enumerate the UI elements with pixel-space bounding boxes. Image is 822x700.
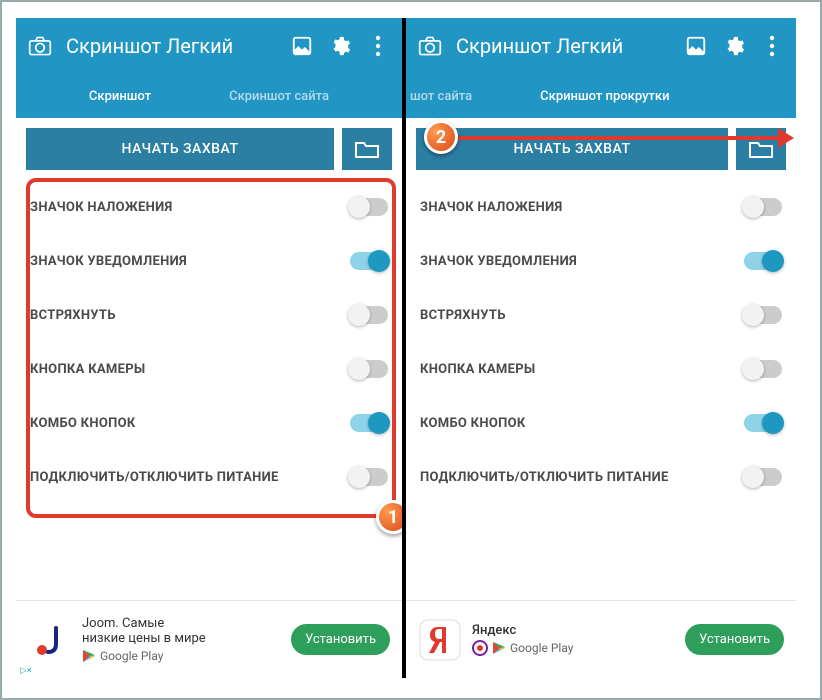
ad-line2: низкие цены в мире — [82, 631, 281, 647]
setting-label: ЗНАЧОК УВЕДОМЛЕНИЯ — [30, 254, 187, 269]
setting-row: ЗНАЧОК НАЛОЖЕНИЯ — [30, 180, 388, 234]
toggle-switch[interactable] — [744, 306, 782, 324]
tabs: Скриншот Скриншот сайта — [16, 74, 402, 118]
app-title: Скриншот Легкий — [66, 34, 276, 58]
settings-list-left: ЗНАЧОК НАЛОЖЕНИЯ ЗНАЧОК УВЕДОМЛЕНИЯ ВСТРЯХ… — [16, 180, 402, 504]
ad-line1: Joom. Самые — [82, 616, 281, 632]
gallery-icon[interactable] — [684, 34, 708, 58]
setting-label: ПОДКЛЮЧИТЬ/ОТКЛЮЧИТЬ ПИТАНИЕ — [30, 470, 279, 485]
gallery-icon[interactable] — [290, 34, 314, 58]
toggle-switch[interactable] — [744, 198, 782, 216]
install-button[interactable]: Установить — [291, 624, 390, 655]
setting-label: ПОДКЛЮЧИТЬ/ОТКЛЮЧИТЬ ПИТАНИЕ — [420, 470, 669, 485]
joom-icon — [28, 618, 72, 662]
ad-banner[interactable]: Яндекс Google Play Установить — [406, 600, 796, 678]
google-play-icon — [492, 641, 506, 655]
toggle-switch[interactable] — [350, 306, 388, 324]
tab-screenshot[interactable]: Скриншот — [75, 74, 165, 118]
tabs: шот сайта Скриншот прокрутки — [406, 74, 796, 118]
appbar: Скриншот Легкий — [16, 18, 402, 74]
tab-site-truncated[interactable]: шот сайта — [406, 74, 486, 118]
phone-left: Скриншот Легкий Скриншот Скриншот сайта … — [16, 18, 406, 678]
setting-row: ЗНАЧОК НАЛОЖЕНИЯ — [420, 180, 782, 234]
toggle-switch[interactable] — [744, 252, 782, 270]
setting-row: ПОДКЛЮЧИТЬ/ОТКЛЮЧИТЬ ПИТАНИЕ — [420, 450, 782, 504]
toggle-switch[interactable] — [744, 468, 782, 486]
step-marker-1: 1 — [376, 500, 406, 534]
setting-row: ЗНАЧОК УВЕДОМЛЕНИЯ — [30, 234, 388, 288]
gear-icon[interactable] — [722, 34, 746, 58]
folder-button[interactable] — [342, 128, 392, 170]
toggle-switch[interactable] — [350, 252, 388, 270]
setting-row: ВСТРЯХНУТЬ — [30, 288, 388, 342]
overflow-icon[interactable] — [366, 34, 390, 58]
swipe-arrow — [450, 136, 790, 140]
camera-icon — [28, 34, 52, 58]
toggle-switch[interactable] — [744, 360, 782, 378]
ad-line1: Яндекс — [472, 623, 675, 639]
setting-row: ВСТРЯХНУТЬ — [420, 288, 782, 342]
setting-row: КНОПКА КАМЕРЫ — [30, 342, 388, 396]
settings-list-right: ЗНАЧОК НАЛОЖЕНИЯ ЗНАЧОК УВЕДОМЛЕНИЯ ВСТРЯХ… — [406, 180, 796, 504]
tab-site[interactable]: Скриншот сайта — [215, 74, 343, 118]
setting-label: КНОПКА КАМЕРЫ — [30, 362, 146, 377]
setting-row: ЗНАЧОК УВЕДОМЛЕНИЯ — [420, 234, 782, 288]
setting-label: КНОПКА КАМЕРЫ — [420, 362, 536, 377]
google-play-label: Google Play — [82, 649, 281, 663]
setting-label: ЗНАЧОК УВЕДОМЛЕНИЯ — [420, 254, 577, 269]
tab-scroll[interactable]: Скриншот прокрутки — [526, 74, 683, 118]
setting-label: ВСТРЯХНУТЬ — [30, 308, 116, 323]
google-play-label: Google Play — [472, 640, 675, 656]
setting-row: КНОПКА КАМЕРЫ — [420, 342, 782, 396]
toggle-switch[interactable] — [350, 360, 388, 378]
toggle-switch[interactable] — [350, 198, 388, 216]
yandex-icon — [418, 618, 462, 662]
camera-icon — [418, 34, 442, 58]
phone-right: Скриншот Легкий шот сайта Скриншот прокр… — [406, 18, 796, 678]
setting-label: КОМБО КНОПОК — [420, 416, 526, 431]
setting-row: КОМБО КНОПОК — [420, 396, 782, 450]
ad-banner[interactable]: Joom. Самые низкие цены в мире Google Pl… — [16, 600, 402, 678]
capture-row: НАЧАТЬ ЗАХВАТ — [406, 118, 796, 180]
setting-label: ВСТРЯХНУТЬ — [420, 308, 506, 323]
install-button[interactable]: Установить — [685, 624, 784, 655]
step-marker-2: 2 — [424, 120, 458, 154]
ad-text: Яндекс Google Play — [472, 623, 675, 657]
toggle-switch[interactable] — [744, 414, 782, 432]
gear-icon[interactable] — [328, 34, 352, 58]
yandex-browser-icon — [472, 640, 488, 656]
start-capture-button[interactable]: НАЧАТЬ ЗАХВАТ — [416, 128, 728, 170]
app-title: Скриншот Легкий — [456, 34, 670, 58]
google-play-icon — [82, 649, 96, 663]
setting-label: КОМБО КНОПОК — [30, 416, 136, 431]
setting-label: ЗНАЧОК НАЛОЖЕНИЯ — [420, 200, 563, 215]
ad-text: Joom. Самые низкие цены в мире Google Pl… — [82, 616, 281, 664]
adchoices-icon[interactable]: ▷× — [20, 666, 32, 676]
setting-label: ЗНАЧОК НАЛОЖЕНИЯ — [30, 200, 173, 215]
start-capture-button[interactable]: НАЧАТЬ ЗАХВАТ — [26, 128, 334, 170]
appbar: Скриншот Легкий — [406, 18, 796, 74]
capture-row: НАЧАТЬ ЗАХВАТ — [16, 118, 402, 180]
overflow-icon[interactable] — [760, 34, 784, 58]
toggle-switch[interactable] — [350, 414, 388, 432]
setting-row: КОМБО КНОПОК — [30, 396, 388, 450]
setting-row: ПОДКЛЮЧИТЬ/ОТКЛЮЧИТЬ ПИТАНИЕ — [30, 450, 388, 504]
toggle-switch[interactable] — [350, 468, 388, 486]
